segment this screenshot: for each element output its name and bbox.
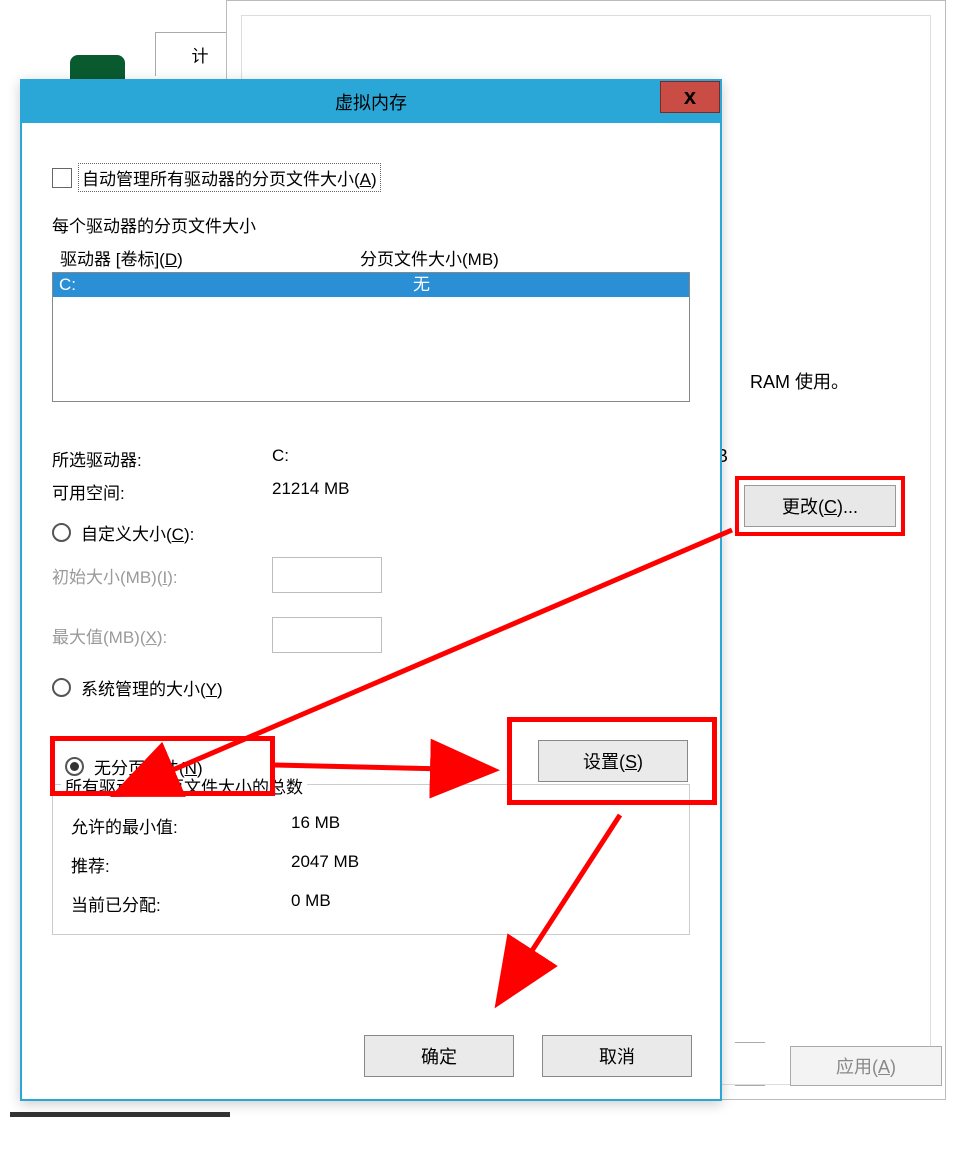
- min-value: 16 MB: [291, 813, 340, 838]
- ok-button-label: 确定: [421, 1043, 457, 1069]
- bg-taskbar-line: [10, 1112, 230, 1117]
- rec-label: 推荐:: [71, 852, 291, 877]
- min-row: 允许的最小值: 16 MB: [71, 813, 671, 838]
- cur-row: 当前已分配: 0 MB: [71, 891, 671, 916]
- radio-no-paging[interactable]: [65, 757, 84, 776]
- highlight-change-button: 更改(C)...: [735, 476, 905, 536]
- radio-custom-label: 自定义大小(C):: [81, 520, 194, 545]
- close-icon: x: [684, 84, 696, 110]
- set-button[interactable]: 设置(S): [538, 740, 688, 782]
- apply-button-label: 应用(A): [836, 1053, 896, 1079]
- rec-row: 推荐: 2047 MB: [71, 852, 671, 877]
- drive-row-c[interactable]: C: 无: [53, 273, 689, 297]
- cancel-button[interactable]: 取消: [542, 1035, 692, 1077]
- initial-size-input[interactable]: [272, 557, 382, 593]
- totals-groupbox: 所有驱动器分页文件大小的总数 允许的最小值: 16 MB 推荐: 2047 MB…: [52, 784, 690, 935]
- change-button-label: 更改(C)...: [782, 493, 858, 519]
- set-button-label: 设置(S): [583, 748, 643, 774]
- max-size-label: 最大值(MB)(X):: [52, 623, 262, 648]
- selected-drive-label: 所选驱动器:: [52, 446, 272, 471]
- drive-list-headers: 驱动器 [卷标](D) 分页文件大小(MB): [52, 245, 690, 270]
- max-size-input[interactable]: [272, 617, 382, 653]
- dialog-titlebar[interactable]: 虚拟内存 x: [22, 81, 720, 123]
- max-size-row: 最大值(MB)(X):: [52, 617, 690, 653]
- drive-listbox[interactable]: C: 无: [52, 272, 690, 402]
- apply-button[interactable]: 应用(A): [790, 1046, 942, 1086]
- bg-button-fragment: [735, 1042, 765, 1086]
- auto-manage-checkbox[interactable]: [52, 168, 72, 188]
- selected-drive-value: C:: [272, 446, 289, 471]
- auto-manage-label[interactable]: 自动管理所有驱动器的分页文件大小(A): [78, 163, 381, 192]
- close-button[interactable]: x: [660, 81, 720, 113]
- auto-manage-row: 自动管理所有驱动器的分页文件大小(A): [52, 163, 690, 192]
- each-drive-label: 每个驱动器的分页文件大小: [52, 212, 690, 237]
- drive-row-size: 无: [393, 273, 689, 297]
- dialog-title: 虚拟内存: [335, 89, 407, 115]
- initial-size-row: 初始大小(MB)(I):: [52, 557, 690, 593]
- virtual-memory-dialog: 虚拟内存 x 自动管理所有驱动器的分页文件大小(A) 每个驱动器的分页文件大小 …: [20, 79, 722, 1101]
- header-drive: 驱动器 [卷标](D): [60, 245, 360, 270]
- highlight-set-button: 设置(S): [507, 717, 717, 805]
- drive-row-name: C:: [53, 273, 393, 297]
- free-space-value: 21214 MB: [272, 479, 350, 504]
- radio-system-label: 系统管理的大小(Y): [81, 675, 223, 700]
- free-space-row: 可用空间: 21214 MB: [52, 479, 690, 504]
- selected-drive-row: 所选驱动器: C:: [52, 446, 690, 471]
- ok-button[interactable]: 确定: [364, 1035, 514, 1077]
- radio-custom-row[interactable]: 自定义大小(C):: [52, 520, 690, 545]
- free-space-label: 可用空间:: [52, 479, 272, 504]
- cancel-button-label: 取消: [599, 1043, 635, 1069]
- radio-system[interactable]: [52, 678, 71, 697]
- header-size: 分页文件大小(MB): [360, 245, 499, 270]
- radio-custom[interactable]: [52, 523, 71, 542]
- radio-system-row[interactable]: 系统管理的大小(Y): [52, 675, 690, 700]
- rec-value: 2047 MB: [291, 852, 359, 877]
- highlight-no-paging: 无分页文件(N): [50, 736, 275, 796]
- change-button[interactable]: 更改(C)...: [744, 485, 896, 527]
- dialog-body: 自动管理所有驱动器的分页文件大小(A) 每个驱动器的分页文件大小 驱动器 [卷标…: [22, 123, 720, 1099]
- min-label: 允许的最小值:: [71, 813, 291, 838]
- cur-value: 0 MB: [291, 891, 331, 916]
- dialog-button-row: 确定 取消: [364, 1035, 692, 1077]
- radio-no-paging-label: 无分页文件(N): [94, 754, 203, 779]
- cur-label: 当前已分配:: [71, 891, 291, 916]
- initial-size-label: 初始大小(MB)(I):: [52, 563, 262, 588]
- bg-ram-text: RAM 使用。: [750, 368, 849, 394]
